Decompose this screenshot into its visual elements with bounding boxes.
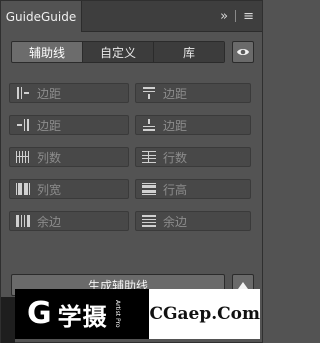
guide-settings-grid: 边距 边距 边距 边距 列数 行数 列宽 行高 余边 余边 — [5, 75, 259, 235]
column-width-placeholder: 列宽 — [37, 182, 62, 197]
left-margin-field[interactable]: 边距 — [9, 83, 129, 103]
panel-bottom-strip — [1, 297, 15, 343]
titlebar-icons: » ≡ — [220, 1, 254, 31]
watermark-logo: G 学摄 Artist Pro — [15, 289, 150, 339]
visibility-toggle-button[interactable] — [232, 41, 254, 63]
watermark-brand: 学摄 — [57, 302, 108, 331]
guideguide-panel: GuideGuide » ≡ 辅助线 自定义 库 边距 边距 边距 边距 列数 … — [0, 0, 263, 343]
column-width-field[interactable]: 列宽 — [9, 179, 129, 199]
rows-icon — [142, 151, 156, 163]
tab-guides-label: 辅助线 — [28, 45, 65, 60]
titlebar-divider — [235, 10, 237, 22]
triangle-up-icon — [238, 281, 248, 289]
column-width-icon — [16, 183, 30, 195]
panel-tab-label: GuideGuide — [5, 9, 77, 24]
right-margin-placeholder: 边距 — [37, 118, 62, 133]
rows-field[interactable]: 行数 — [135, 147, 251, 167]
tab-custom[interactable]: 自定义 — [82, 42, 153, 62]
tab-guides[interactable]: 辅助线 — [12, 42, 82, 62]
top-margin-placeholder: 边距 — [163, 86, 188, 101]
columns-field[interactable]: 列数 — [9, 147, 129, 167]
bottom-margin-placeholder: 边距 — [163, 118, 188, 133]
watermark-g-logo-icon: G — [27, 296, 52, 331]
panel-titlebar: GuideGuide » ≡ — [1, 1, 262, 32]
tab-library[interactable]: 库 — [153, 42, 224, 62]
watermark-url: CGaep.Com — [149, 304, 260, 324]
top-margin-field[interactable]: 边距 — [135, 83, 251, 103]
bottom-margin-icon — [143, 119, 155, 131]
row-height-icon — [142, 183, 156, 195]
column-gutter-icon — [16, 215, 30, 227]
row-height-placeholder: 行高 — [163, 182, 188, 197]
watermark-side-text: Artist Pro — [113, 300, 121, 328]
tab-library-label: 库 — [182, 45, 195, 60]
rows-placeholder: 行数 — [163, 150, 188, 165]
panel-tab-guideguide[interactable]: GuideGuide — [1, 1, 82, 32]
columns-placeholder: 列数 — [37, 150, 62, 165]
right-margin-icon — [17, 119, 29, 131]
expand-double-chevron-icon[interactable]: » — [220, 10, 228, 23]
columns-icon — [16, 151, 29, 163]
hamburger-icon[interactable]: ≡ — [243, 10, 254, 23]
watermark-banner: G 学摄 Artist Pro CGaep.Com — [15, 289, 260, 339]
row-gutter-placeholder: 余边 — [163, 214, 188, 229]
tab-custom-label: 自定义 — [99, 45, 136, 60]
eye-icon — [237, 49, 249, 55]
row-gutter-field[interactable]: 余边 — [135, 211, 251, 231]
column-gutter-placeholder: 余边 — [37, 214, 62, 229]
left-margin-icon — [17, 87, 29, 99]
column-gutter-field[interactable]: 余边 — [9, 211, 129, 231]
bottom-margin-field[interactable]: 边距 — [135, 115, 251, 135]
row-gutter-icon — [142, 215, 156, 227]
left-margin-placeholder: 边距 — [37, 86, 62, 101]
top-margin-icon — [143, 87, 155, 99]
row-height-field[interactable]: 行高 — [135, 179, 251, 199]
mode-segmented-control: 辅助线 自定义 库 — [11, 41, 225, 63]
right-margin-field[interactable]: 边距 — [9, 115, 129, 135]
